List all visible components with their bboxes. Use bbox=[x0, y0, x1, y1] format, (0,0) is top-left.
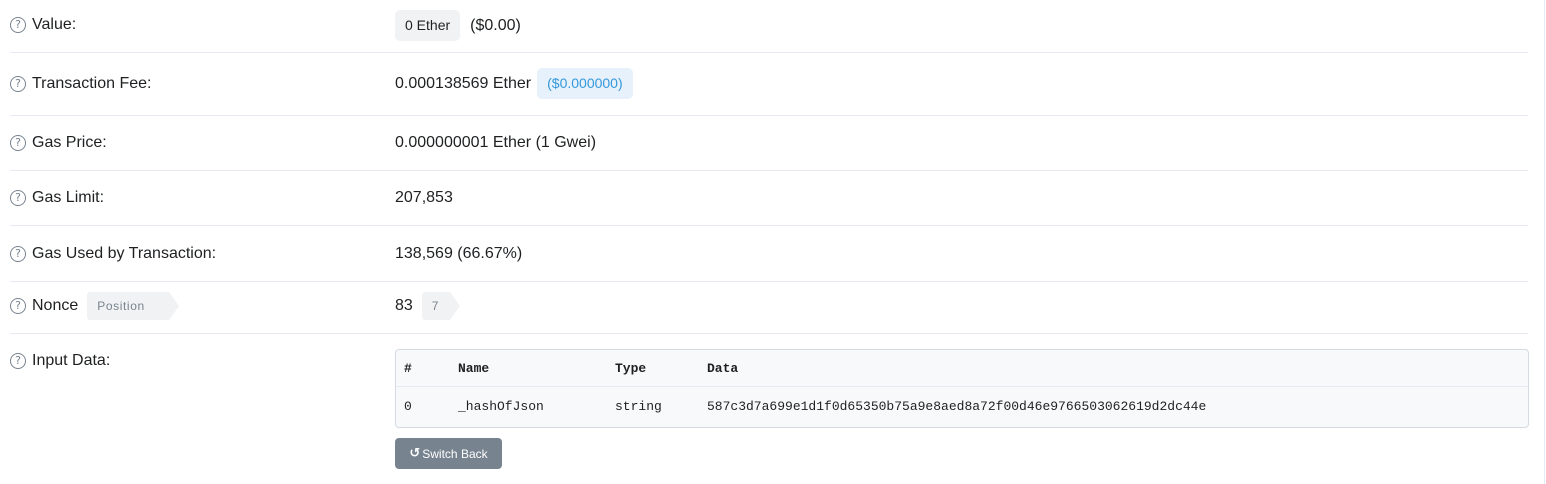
cell-name: _hashOfJson bbox=[458, 398, 544, 414]
question-circle-icon[interactable]: ? bbox=[10, 190, 26, 206]
nonce-amount: 83 bbox=[395, 297, 413, 314]
column-header-name: Name bbox=[458, 350, 615, 387]
input-data-label: Input Data: bbox=[32, 352, 111, 369]
gas-price-label: Gas Price: bbox=[32, 134, 107, 151]
question-circle-icon[interactable]: ? bbox=[10, 246, 26, 262]
switch-back-label: Switch Back bbox=[422, 446, 488, 461]
gas-limit-value-group: 207,853 bbox=[395, 188, 453, 208]
cell-data[interactable]: 587c3d7a699e1d1f0d65350b75a9e8aed8a72f00… bbox=[707, 387, 1528, 426]
undo-icon: ↺ bbox=[409, 446, 421, 461]
fee-amount: 0.000138569 Ether bbox=[395, 74, 532, 92]
gas-limit-label: Gas Limit: bbox=[32, 189, 105, 206]
question-circle-icon[interactable]: ? bbox=[10, 17, 26, 33]
fee-label-group: ? Transaction Fee: bbox=[10, 74, 151, 94]
fee-usd-badge: ($0.000000) bbox=[537, 68, 633, 99]
nonce-value-group: 83 7 bbox=[395, 292, 460, 320]
column-header-data: Data bbox=[707, 350, 1528, 387]
cell-type: string bbox=[615, 398, 662, 414]
gas-limit-label-group: ? Gas Limit: bbox=[10, 188, 104, 208]
nonce-row: ? Nonce Position 83 7 bbox=[10, 282, 1528, 334]
gas-price-amount: 0.000000001 Ether (1 Gwei) bbox=[395, 134, 597, 151]
table-header-row: # Name Type Data bbox=[396, 350, 1528, 387]
nonce-label: Nonce bbox=[32, 297, 79, 314]
gas-used-amount: 138,569 (66.67%) bbox=[395, 245, 523, 262]
content-right-border bbox=[1544, 0, 1545, 484]
input-data-table: # Name Type Data 0 _hashOfJson string 58… bbox=[395, 349, 1529, 428]
fee-label: Transaction Fee: bbox=[32, 75, 152, 92]
position-value-badge: 7 bbox=[421, 292, 460, 320]
table-row: 0 _hashOfJson string 587c3d7a699e1d1f0d6… bbox=[396, 387, 1528, 426]
decoded-input-table: # Name Type Data 0 _hashOfJson string 58… bbox=[396, 350, 1528, 425]
position-badge: Position bbox=[87, 292, 180, 320]
question-circle-icon[interactable]: ? bbox=[10, 76, 26, 92]
value-label: Value: bbox=[32, 16, 77, 33]
fee-value-group: 0.000138569 Ether ($0.000000) bbox=[395, 68, 633, 99]
value-row: ? Value: 0 Ether ($0.00) bbox=[10, 0, 1528, 53]
question-circle-icon[interactable]: ? bbox=[10, 135, 26, 151]
gas-used-label: Gas Used by Transaction: bbox=[32, 245, 217, 262]
value-label-group: ? Value: bbox=[10, 15, 76, 35]
question-circle-icon[interactable]: ? bbox=[10, 353, 26, 369]
gas-used-value-group: 138,569 (66.67%) bbox=[395, 244, 522, 264]
gas-used-row: ? Gas Used by Transaction: 138,569 (66.6… bbox=[10, 226, 1528, 282]
value-value-group: 0 Ether ($0.00) bbox=[395, 10, 521, 41]
value-ether-badge: 0 Ether bbox=[395, 10, 461, 41]
gas-limit-row: ? Gas Limit: 207,853 bbox=[10, 171, 1528, 226]
nonce-label-group: ? Nonce Position bbox=[10, 292, 180, 320]
gas-price-label-group: ? Gas Price: bbox=[10, 133, 107, 153]
input-data-label-group: ? Input Data: bbox=[10, 351, 110, 371]
column-header-index: # bbox=[396, 350, 458, 387]
gas-price-row: ? Gas Price: 0.000000001 Ether (1 Gwei) bbox=[10, 116, 1528, 171]
column-header-type: Type bbox=[615, 350, 707, 387]
transaction-fee-row: ? Transaction Fee: 0.000138569 Ether ($0… bbox=[10, 53, 1528, 116]
question-circle-icon[interactable]: ? bbox=[10, 298, 26, 314]
gas-limit-amount: 207,853 bbox=[395, 189, 453, 206]
switch-back-button[interactable]: ↺ Switch Back bbox=[395, 438, 502, 469]
value-usd: ($0.00) bbox=[470, 16, 521, 34]
cell-index: 0 bbox=[404, 398, 412, 414]
gas-used-label-group: ? Gas Used by Transaction: bbox=[10, 244, 216, 264]
gas-price-value-group: 0.000000001 Ether (1 Gwei) bbox=[395, 133, 596, 153]
